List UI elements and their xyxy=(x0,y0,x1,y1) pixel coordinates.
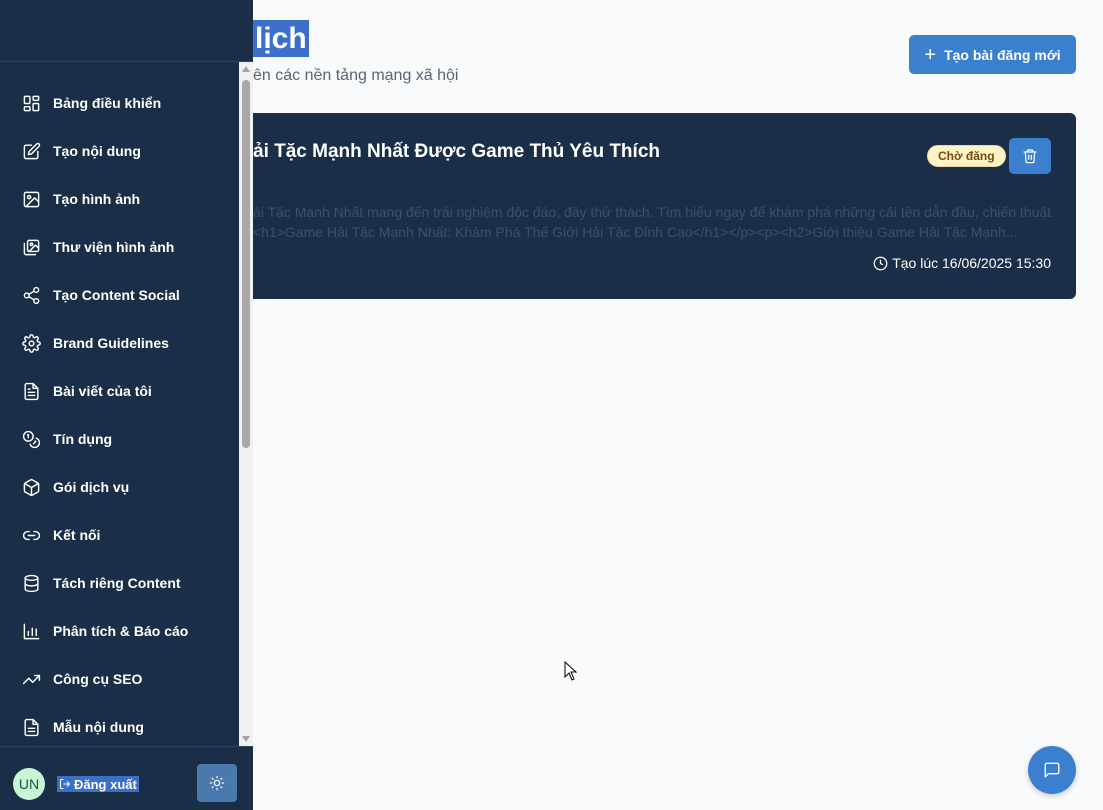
template-icon xyxy=(21,717,41,737)
sidebar-item-label: Bảng điều khiển xyxy=(53,95,162,111)
share-icon xyxy=(21,285,41,305)
sidebar-item-analytics[interactable]: Phân tích & Báo cáo xyxy=(0,607,239,655)
sidebar-item-label: Mẫu nội dung xyxy=(53,719,144,735)
sidebar-item-seo-tools[interactable]: Công cụ SEO xyxy=(0,655,239,703)
sidebar-item-image-library[interactable]: Thư viện hình ảnh xyxy=(0,223,239,271)
scroll-thumb[interactable] xyxy=(242,80,250,448)
sidebar-item-create-content[interactable]: Tạo nội dung xyxy=(0,127,239,175)
sidebar-nav: Bảng điều khiển Tạo nội dung Tạo hình ản… xyxy=(0,64,239,744)
theme-toggle-button[interactable] xyxy=(197,764,237,802)
gear-icon xyxy=(21,333,41,353)
post-excerpt: ải Tặc Mạnh Nhất mang đến trải nghiệm độ… xyxy=(253,202,1053,242)
status-badge: Chờ đăng xyxy=(927,145,1006,167)
sidebar: Bảng điều khiển Tạo nội dung Tạo hình ản… xyxy=(0,0,253,810)
sidebar-item-label: Công cụ SEO xyxy=(53,671,143,687)
sidebar-header xyxy=(0,0,253,62)
sidebar-item-create-image[interactable]: Tạo hình ảnh xyxy=(0,175,239,223)
sidebar-item-label: Tạo hình ảnh xyxy=(53,191,141,207)
create-post-label: Tạo bài đăng mới xyxy=(944,46,1061,63)
chat-icon xyxy=(1044,762,1060,778)
page-title: lịch xyxy=(253,20,309,57)
coins-icon xyxy=(21,429,41,449)
scroll-down-arrow-icon[interactable] xyxy=(242,736,250,742)
sidebar-item-label: Tạo Content Social xyxy=(53,287,180,303)
image-icon xyxy=(21,189,41,209)
sidebar-item-social-content[interactable]: Tạo Content Social xyxy=(0,271,239,319)
sun-icon xyxy=(209,775,225,791)
clock-icon xyxy=(873,256,888,270)
dashboard-icon xyxy=(21,93,41,113)
sidebar-scrollbar[interactable] xyxy=(239,62,253,746)
trash-icon xyxy=(1023,149,1037,164)
edit-icon xyxy=(21,141,41,161)
post-created-time: Tạo lúc 16/06/2025 15:30 xyxy=(873,255,1051,271)
sidebar-item-credits[interactable]: Tín dụng xyxy=(0,415,239,463)
sidebar-item-dashboard[interactable]: Bảng điều khiển xyxy=(0,79,239,127)
plus-icon: + xyxy=(924,43,937,66)
sidebar-item-separate-content[interactable]: Tách riêng Content xyxy=(0,559,239,607)
logout-icon xyxy=(60,779,71,789)
bar-chart-icon xyxy=(21,621,41,641)
sidebar-item-label: Tạo nội dung xyxy=(53,143,141,159)
chat-button[interactable] xyxy=(1028,746,1076,794)
post-card[interactable]: ải Tặc Mạnh Nhất Được Game Thủ Yêu Thích… xyxy=(253,113,1076,299)
trending-up-icon xyxy=(21,669,41,689)
package-icon xyxy=(21,477,41,497)
logout-button[interactable]: Đăng xuất xyxy=(57,776,139,792)
sidebar-item-label: Thư viện hình ảnh xyxy=(53,239,175,255)
logout-label: Đăng xuất xyxy=(74,776,137,792)
post-created-label: Tạo lúc 16/06/2025 15:30 xyxy=(892,255,1051,271)
sidebar-item-connections[interactable]: Kết nối xyxy=(0,511,239,559)
post-excerpt-line: ải Tặc Mạnh Nhất mang đến trải nghiệm độ… xyxy=(253,204,1052,220)
page-subtitle: ên các nền tảng mạng xã hội xyxy=(253,67,459,84)
document-icon xyxy=(21,381,41,401)
image-library-icon xyxy=(21,237,41,257)
sidebar-item-label: Tách riêng Content xyxy=(53,575,181,591)
create-post-button[interactable]: + Tạo bài đăng mới xyxy=(909,35,1076,74)
sidebar-item-brand-guidelines[interactable]: Brand Guidelines xyxy=(0,319,239,367)
sidebar-item-label: Bài viết của tôi xyxy=(53,383,152,399)
sidebar-footer: UN Đăng xuất xyxy=(0,746,253,810)
sidebar-item-service-packages[interactable]: Gói dịch vụ xyxy=(0,463,239,511)
scroll-up-arrow-icon[interactable] xyxy=(242,66,250,72)
sidebar-item-label: Tín dụng xyxy=(53,431,113,447)
link-icon xyxy=(21,525,41,545)
sidebar-item-content-templates[interactable]: Mẫu nội dung xyxy=(0,703,239,744)
database-icon xyxy=(21,573,41,593)
sidebar-item-label: Phân tích & Báo cáo xyxy=(53,623,189,639)
post-title: ải Tặc Mạnh Nhất Được Game Thủ Yêu Thích xyxy=(253,141,660,162)
sidebar-item-label: Gói dịch vụ xyxy=(53,479,130,495)
mouse-cursor-icon xyxy=(564,661,578,681)
sidebar-item-my-posts[interactable]: Bài viết của tôi xyxy=(0,367,239,415)
sidebar-item-label: Brand Guidelines xyxy=(53,335,169,351)
delete-post-button[interactable] xyxy=(1009,138,1051,174)
post-excerpt-line: <h1>Game Hải Tặc Mạnh Nhất: Khám Phá Thế… xyxy=(253,224,1018,240)
avatar[interactable]: UN xyxy=(13,768,45,800)
sidebar-item-label: Kết nối xyxy=(53,527,101,543)
